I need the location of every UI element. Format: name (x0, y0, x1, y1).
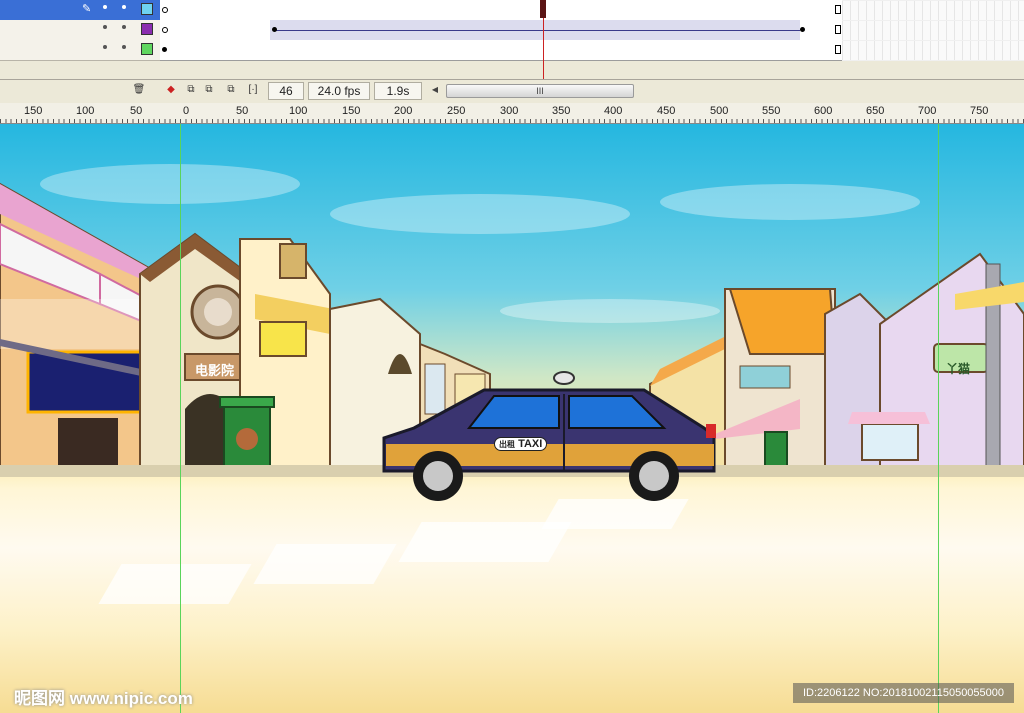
frame-row-1[interactable] (160, 0, 842, 21)
ruler-label: 700 (918, 105, 937, 117)
timeline-panel: ✎ 🗑 ◆ ⧉ ⧉ ⧉ [·] 46 24.0 fps 1.9s ◀ III (0, 0, 1024, 103)
guide-line-right[interactable] (938, 124, 939, 713)
keyframe[interactable] (800, 27, 805, 32)
ruler-label: 500 (710, 105, 729, 117)
center-frame-icon[interactable]: ◆ (164, 83, 178, 97)
taxi-roof-text: 出租 (499, 440, 515, 449)
taxi-car[interactable] (374, 366, 734, 506)
layer-list-blank (0, 61, 160, 79)
empty-keyframe[interactable] (162, 27, 168, 33)
stage-canvas[interactable]: 电影院 丫猫 出租 TAXI 昵图网 www.nipic.com ID:2206… (0, 124, 1024, 713)
ruler-label: 450 (657, 105, 676, 117)
tween-arrow-line (275, 30, 800, 31)
onion-skin-outlines-icon[interactable]: ⧉ (202, 83, 216, 97)
edit-multiple-frames-icon[interactable]: ⧉ (224, 83, 238, 97)
lock-toggle[interactable] (122, 25, 126, 29)
empty-keyframe[interactable] (162, 7, 168, 13)
cinema-sign: 电影院 (195, 363, 235, 378)
ruler-label: 100 (289, 105, 308, 117)
crosswalk-stripe (98, 564, 252, 604)
ruler-label: 150 (24, 105, 43, 117)
show-hide-toggle[interactable] (103, 5, 107, 9)
frame-span-end (835, 25, 841, 34)
pencil-icon: ✎ (82, 3, 92, 15)
outline-color-swatch[interactable] (141, 23, 153, 35)
green-trash-bin (219, 396, 275, 467)
show-hide-toggle[interactable] (103, 45, 107, 49)
ruler-label: 150 (342, 105, 361, 117)
trash-icon[interactable]: 🗑 (132, 83, 146, 97)
watermark-left: 昵图网 www.nipic.com (14, 689, 193, 708)
playhead[interactable] (540, 0, 546, 18)
taxi-label: 出租 TAXI (494, 437, 548, 451)
show-hide-toggle[interactable] (103, 25, 107, 29)
shop-sign: 丫猫 (946, 362, 971, 376)
onion-skin-icon[interactable]: ⧉ (184, 83, 198, 97)
lock-toggle[interactable] (122, 5, 126, 9)
lock-toggle[interactable] (122, 45, 126, 49)
modify-onion-markers-icon[interactable]: [·] (246, 83, 260, 97)
ruler-label: 250 (447, 105, 466, 117)
ruler-label: 750 (970, 105, 989, 117)
guide-line-left[interactable] (180, 124, 181, 713)
taxi-roof-light (553, 371, 575, 385)
scroll-left-arrow-icon[interactable]: ◀ (428, 83, 442, 97)
outline-color-swatch[interactable] (141, 3, 153, 15)
ruler-label: 350 (552, 105, 571, 117)
ruler-label: 600 (814, 105, 833, 117)
ruler-label: 300 (500, 105, 519, 117)
scrollbar-thumb[interactable]: III (446, 84, 634, 98)
layer-row-3[interactable] (0, 40, 160, 61)
frame-span-end (835, 5, 841, 14)
ruler-label: 400 (604, 105, 623, 117)
outline-color-swatch[interactable] (141, 43, 153, 55)
taxi-text: TAXI (518, 438, 543, 450)
timeline-scrollbar[interactable]: ◀ III (428, 83, 638, 98)
frame-rate-field[interactable]: 24.0 fps (308, 82, 370, 100)
ruler-label: 50 (236, 105, 249, 117)
layer-row-1[interactable]: ✎ (0, 0, 160, 21)
timeline-status-bar: 🗑 ◆ ⧉ ⧉ ⧉ [·] 46 24.0 fps 1.9s ◀ III (0, 79, 1024, 102)
playhead-line (543, 18, 544, 80)
crosswalk-stripe (253, 544, 397, 584)
empty-frame-grid[interactable] (842, 0, 1024, 61)
frame-row-3[interactable] (160, 40, 842, 61)
horizontal-ruler: 150 100 50 0 50 100 150 200 250 300 350 … (0, 103, 1024, 124)
current-frame-field: 46 (268, 82, 304, 100)
keyframe[interactable] (162, 47, 167, 52)
watermark-right: ID:2206122 NO:20181002115050055000 (793, 683, 1014, 703)
ruler-label: 50 (130, 105, 143, 117)
ruler-label: 550 (762, 105, 781, 117)
frame-span-end (835, 45, 841, 54)
layer-row-2[interactable] (0, 20, 160, 41)
ruler-label: 650 (866, 105, 885, 117)
elapsed-time-field: 1.9s (374, 82, 422, 100)
keyframe[interactable] (272, 27, 277, 32)
ruler-label: 100 (76, 105, 95, 117)
frame-row-2[interactable] (160, 20, 842, 41)
ruler-label: 0 (183, 105, 190, 117)
ruler-label: 200 (394, 105, 413, 117)
